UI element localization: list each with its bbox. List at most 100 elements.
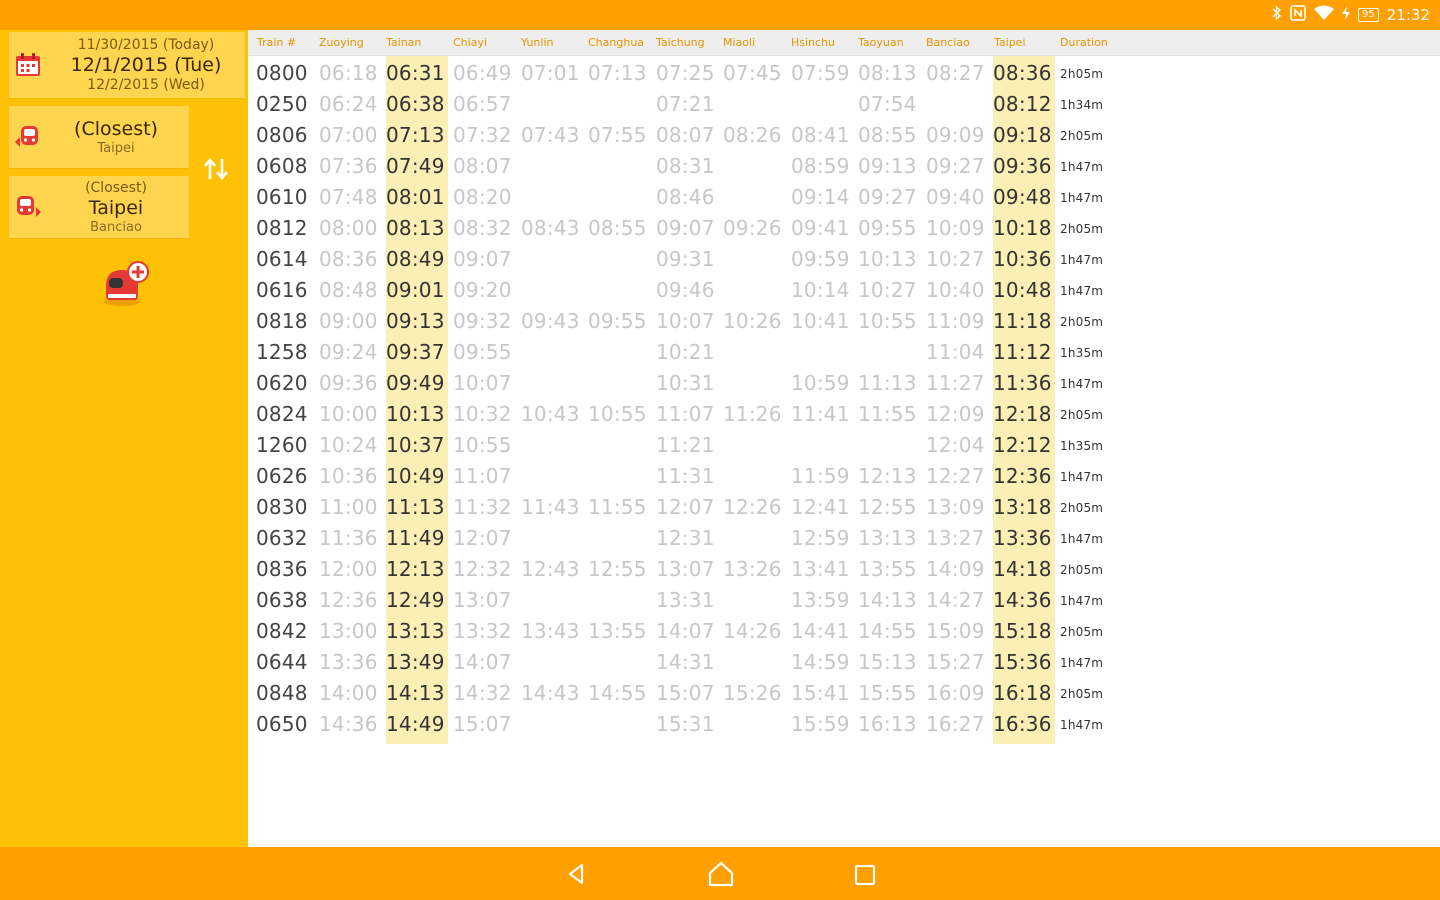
time-cell: 09:36 [993, 154, 1052, 178]
recents-button[interactable] [850, 859, 880, 889]
time-cell: 10:43 [521, 402, 580, 426]
table-row[interactable]: 0250 06:24 06:38 06:57 07:21 07:54 08:12 1h34m [248, 88, 1440, 119]
time-cell: 11:12 [993, 340, 1052, 364]
time-cell: 07:49 [386, 154, 445, 178]
table-row[interactable]: 1258 09:24 09:37 09:55 10:21 11:04 11:12 1h35m [248, 336, 1440, 367]
table-row[interactable]: 0848 14:00 14:13 14:32 14:43 14:55 15:07 15:26 1… [248, 677, 1440, 708]
time-cell: 13:59 [791, 588, 850, 612]
time-cell: 12:13 [858, 464, 917, 488]
time-cell: 15:59 [791, 712, 850, 736]
train-number: 0800 [256, 61, 308, 85]
time-cell: 09:55 [588, 309, 647, 333]
date-selector[interactable]: 11/30/2015 (Today) 12/1/2015 (Tue) 12/2/… [9, 32, 245, 98]
time-cell: 14:07 [453, 650, 512, 674]
departure-station-icon [13, 122, 43, 152]
duration-cell: 2h05m [1060, 315, 1104, 329]
time-cell: 09:27 [926, 154, 985, 178]
table-row[interactable]: 0806 07:00 07:13 07:32 07:43 07:55 08:07 08:26 0… [248, 119, 1440, 150]
table-row[interactable]: 0644 13:36 13:49 14:07 14:31 14:59 15:13 15:27 1… [248, 646, 1440, 677]
arrival-station-selector[interactable]: (Closest) Taipei Banciao [9, 176, 189, 238]
table-row[interactable]: 0616 08:48 09:01 09:20 09:46 10:14 10:27 10:40 1… [248, 274, 1440, 305]
train-number: 0610 [256, 185, 308, 209]
table-row[interactable]: 0842 13:00 13:13 13:32 13:43 13:55 14:07 14:26 1… [248, 615, 1440, 646]
time-cell: 13:36 [993, 526, 1052, 550]
train-number: 0848 [256, 681, 308, 705]
time-cell: 10:55 [588, 402, 647, 426]
time-cell: 09:01 [386, 278, 445, 302]
status-bar: 95 21:32 [0, 0, 1440, 30]
table-row[interactable]: 0610 07:48 08:01 08:20 08:46 09:14 09:27 09:40 0… [248, 181, 1440, 212]
table-row[interactable]: 0632 11:36 11:49 12:07 12:31 12:59 13:13 13:27 1… [248, 522, 1440, 553]
time-cell: 08:43 [521, 216, 580, 240]
home-button[interactable] [706, 859, 736, 889]
table-header: Train # Zuoying Tainan Chiayi Yunlin Changhua… [248, 30, 1440, 56]
table-row[interactable]: 0620 09:36 09:49 10:07 10:31 10:59 11:13 11:27 1… [248, 367, 1440, 398]
table-row[interactable]: 0614 08:36 08:49 09:07 09:31 09:59 10:13 10:27 1… [248, 243, 1440, 274]
time-cell: 16:36 [993, 712, 1052, 736]
time-cell: 13:07 [453, 588, 512, 612]
train-number: 0614 [256, 247, 308, 271]
partial-row [248, 744, 1058, 748]
duration-cell: 1h35m [1060, 346, 1104, 360]
table-row[interactable]: 0818 09:00 09:13 09:32 09:43 09:55 10:07 10:26 1… [248, 305, 1440, 336]
time-cell: 12:36 [319, 588, 378, 612]
table-row[interactable]: 0824 10:00 10:13 10:32 10:43 10:55 11:07 11:26 1… [248, 398, 1440, 429]
add-favorite-route-button[interactable] [100, 258, 152, 308]
previous-date: 11/30/2015 (Today) [77, 36, 215, 53]
time-cell: 08:12 [993, 92, 1052, 116]
time-cell: 11:07 [453, 464, 512, 488]
time-cell: 10:40 [926, 278, 985, 302]
column-header: Train # [257, 36, 297, 49]
table-row[interactable]: 0800 06:18 06:31 06:49 07:01 07:13 07:25 07:45 0… [248, 57, 1440, 88]
time-cell: 16:13 [858, 712, 917, 736]
time-cell: 09:41 [791, 216, 850, 240]
time-cell: 13:31 [656, 588, 715, 612]
table-row[interactable]: 0830 11:00 11:13 11:32 11:43 11:55 12:07 12:26 1… [248, 491, 1440, 522]
table-row[interactable]: 0836 12:00 12:13 12:32 12:43 12:55 13:07 13:26 1… [248, 553, 1440, 584]
time-cell: 15:07 [656, 681, 715, 705]
duration-cell: 2h05m [1060, 222, 1104, 236]
swap-stations-button[interactable] [198, 154, 234, 190]
train-number: 0620 [256, 371, 308, 395]
time-cell: 12:43 [521, 557, 580, 581]
arrival-station-sub: Banciao [90, 219, 142, 235]
time-cell: 10:27 [858, 278, 917, 302]
nfc-icon [1290, 5, 1306, 25]
time-cell: 14:26 [723, 619, 782, 643]
time-cell: 10:00 [319, 402, 378, 426]
time-cell: 12:31 [656, 526, 715, 550]
table-row[interactable]: 1260 10:24 10:37 10:55 11:21 12:04 12:12 1h35m [248, 429, 1440, 460]
time-cell: 07:55 [588, 123, 647, 147]
table-row[interactable]: 0812 08:00 08:13 08:32 08:43 08:55 09:07 09:26 0… [248, 212, 1440, 243]
table-row[interactable]: 0626 10:36 10:49 11:07 11:31 11:59 12:13 12:27 1… [248, 460, 1440, 491]
back-button[interactable] [562, 859, 592, 889]
time-cell: 11:18 [993, 309, 1052, 333]
time-cell: 11:21 [656, 433, 715, 457]
table-row[interactable]: 0608 07:36 07:49 08:07 08:31 08:59 09:13 09:27 0… [248, 150, 1440, 181]
time-cell: 09:40 [926, 185, 985, 209]
time-cell: 07:36 [319, 154, 378, 178]
time-cell: 12:55 [858, 495, 917, 519]
departure-station-name: (Closest) [74, 118, 158, 140]
table-row[interactable]: 0638 12:36 12:49 13:07 13:31 13:59 14:13 14:27 1… [248, 584, 1440, 615]
time-cell: 10:13 [386, 402, 445, 426]
duration-cell: 2h05m [1060, 129, 1104, 143]
arrival-station-icon [13, 192, 43, 222]
train-number: 0836 [256, 557, 308, 581]
time-cell: 10:27 [926, 247, 985, 271]
departure-station-selector[interactable]: (Closest) Taipei [9, 106, 189, 168]
time-cell: 07:45 [723, 61, 782, 85]
time-cell: 11:32 [453, 495, 512, 519]
time-cell: 14:55 [858, 619, 917, 643]
time-cell: 12:27 [926, 464, 985, 488]
table-row[interactable]: 0650 14:36 14:49 15:07 15:31 15:59 16:13 16:27 1… [248, 708, 1440, 739]
time-cell: 10:36 [993, 247, 1052, 271]
time-cell: 07:32 [453, 123, 512, 147]
time-cell: 07:54 [858, 92, 917, 116]
time-cell: 12:32 [453, 557, 512, 581]
time-cell: 08:01 [386, 185, 445, 209]
charging-icon [1342, 6, 1351, 24]
time-cell: 10:26 [723, 309, 782, 333]
time-cell: 14:55 [588, 681, 647, 705]
time-cell: 09:48 [993, 185, 1052, 209]
